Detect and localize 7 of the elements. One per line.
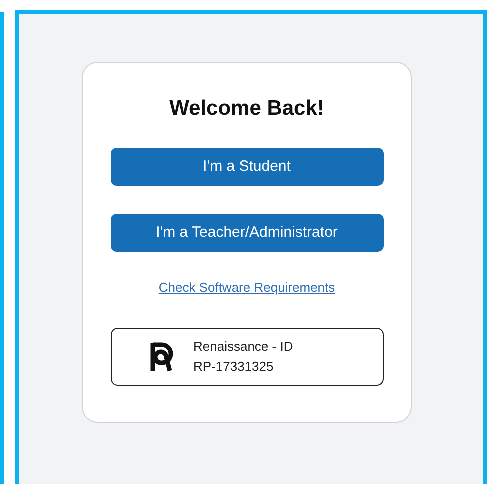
id-code: RP-17331325 [194, 358, 275, 376]
role-button[interactable]: I'm a Teacher/Administrator [110, 214, 384, 252]
requirements-link[interactable]: Check Software Requirements [158, 278, 336, 298]
id-name: Renaissance - ID [194, 338, 294, 356]
role-button[interactable]: I'm a Student [110, 148, 384, 186]
welcome-title: Welcome Back! [170, 96, 324, 122]
logo-icon [150, 340, 176, 373]
